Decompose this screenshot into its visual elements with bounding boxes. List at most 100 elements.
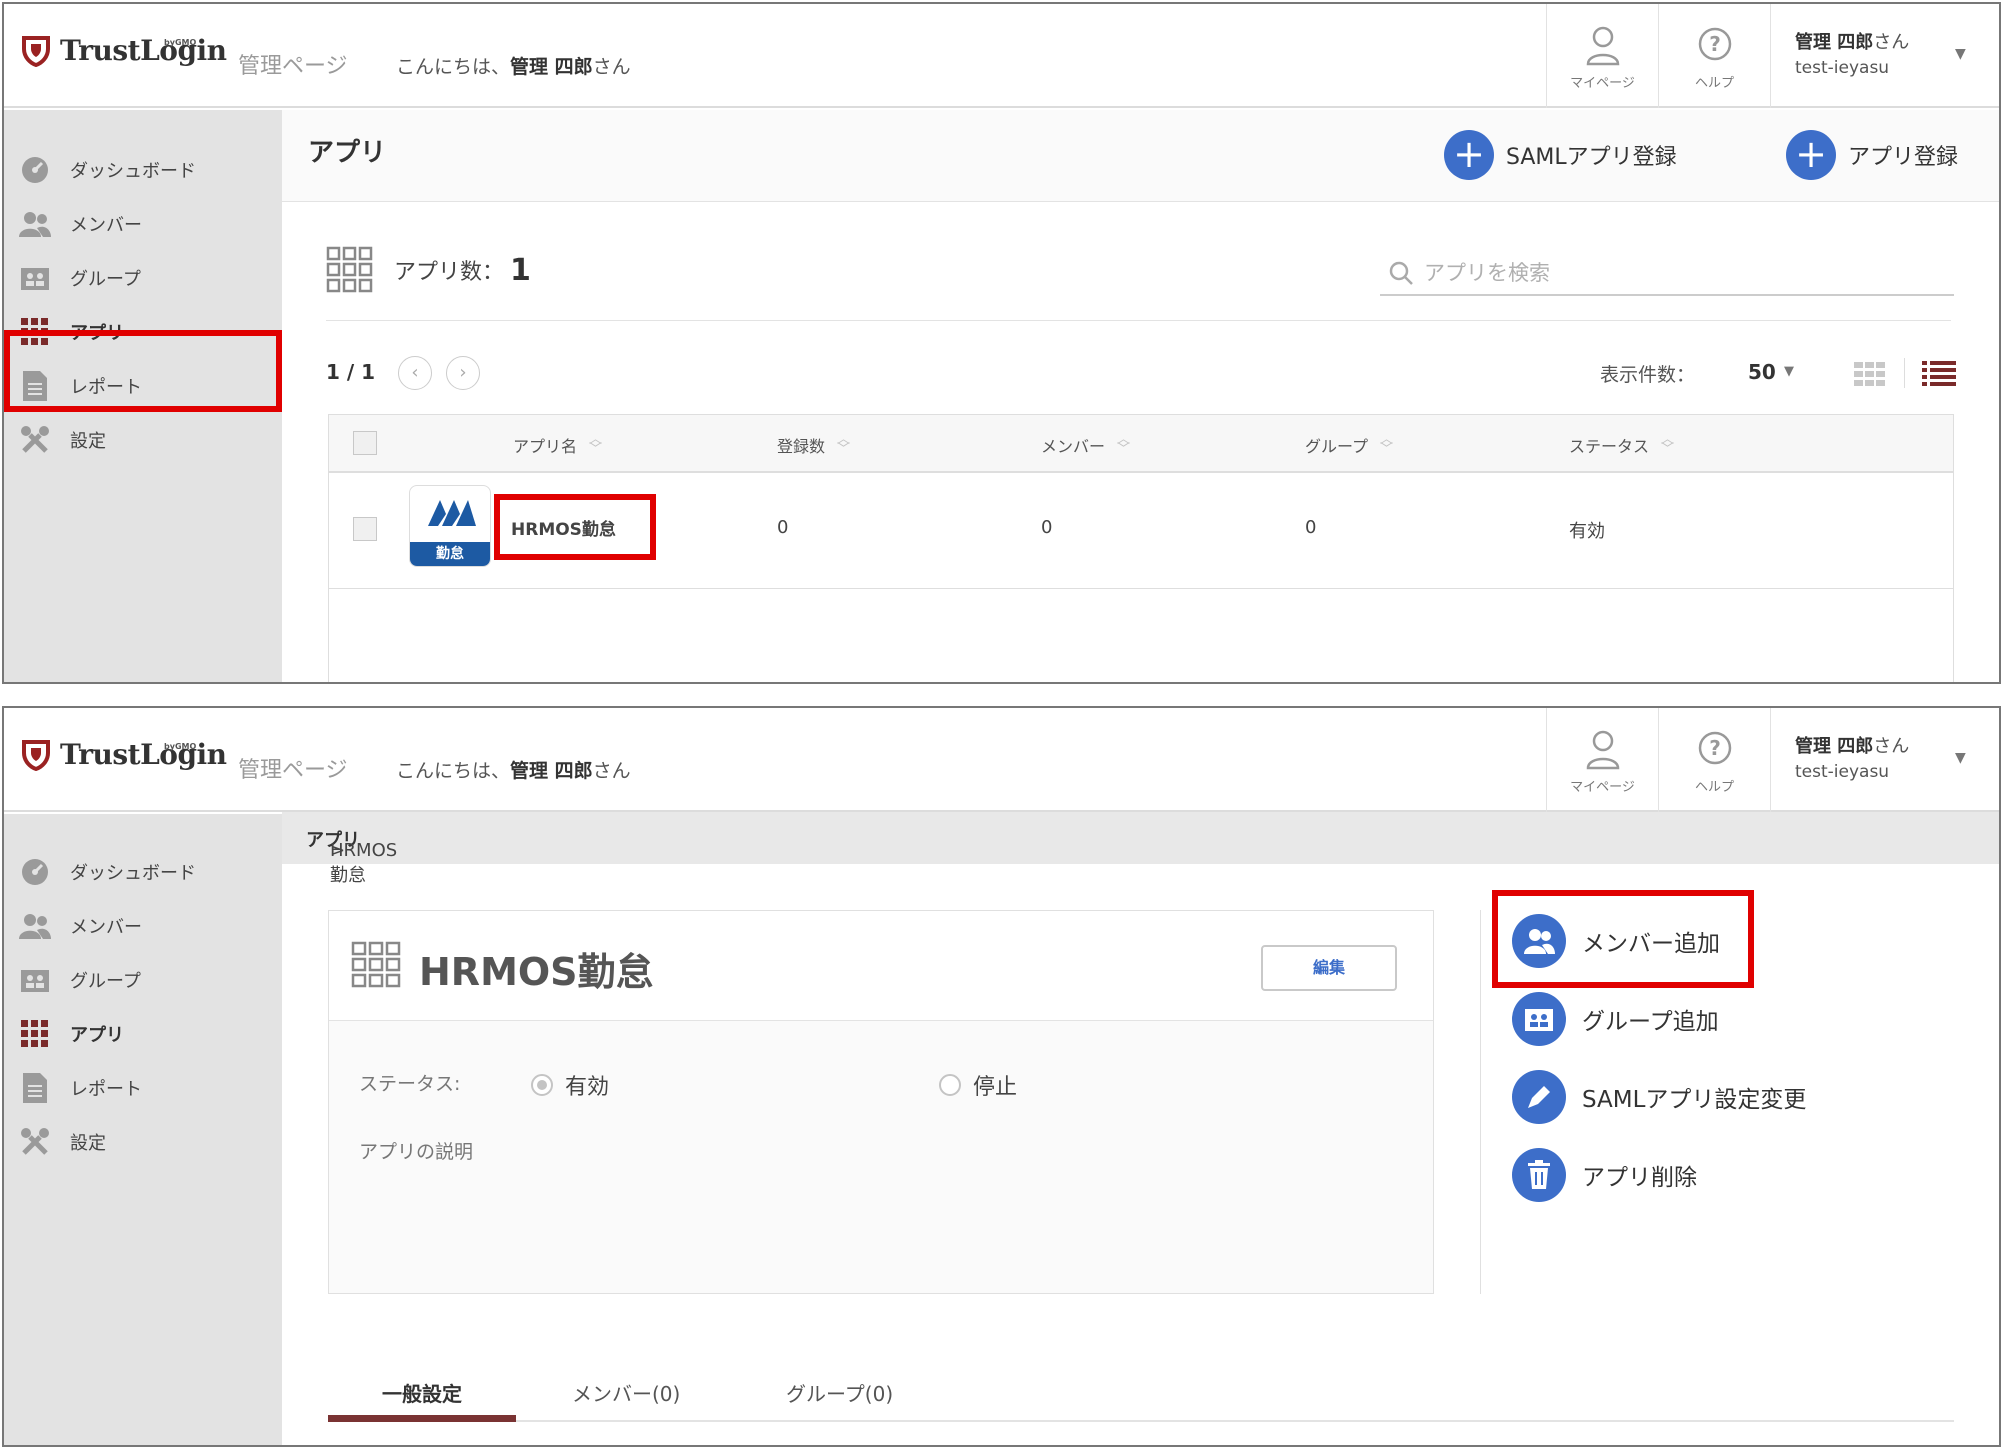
settings-icon	[21, 1128, 49, 1155]
saml-register-label: SAMLアプリ登録	[1506, 145, 1677, 170]
edit-button[interactable]: 編集	[1261, 945, 1397, 991]
settings-icon	[21, 426, 49, 453]
apps-grid-outline-icon	[351, 941, 401, 988]
delete-app-button[interactable]: アプリ削除	[1512, 1148, 1697, 1202]
active-tab-indicator	[328, 1415, 516, 1422]
brand-name: TrustLogin	[60, 34, 227, 67]
sort-icon[interactable]: ︿ ﹀	[837, 433, 850, 456]
description-label: アプリの説明	[359, 1141, 474, 1163]
column-label: グループ	[1305, 437, 1369, 456]
svg-text:?: ?	[1709, 736, 1721, 760]
saml-app-register-button[interactable]: + SAMLアプリ登録	[1444, 130, 1677, 180]
app-register-button[interactable]: + アプリ登録	[1786, 130, 1958, 180]
sidebar-item-label: アプリ	[70, 1025, 124, 1046]
sort-icon[interactable]: ︿ ﹀	[1380, 433, 1393, 456]
report-icon	[23, 371, 47, 401]
tab-general[interactable]: 一般設定	[382, 1378, 462, 1407]
app-detail-screen: TrustLogin byGMO 管理ページ こんにちは、管理 四郎さん マイペ…	[2, 706, 2001, 1447]
saml-settings-button[interactable]: SAMLアプリ設定変更	[1512, 1070, 1806, 1124]
list-view-icon[interactable]	[1922, 360, 1956, 388]
page-indicator: 1 / 1	[326, 360, 376, 384]
help-icon: ?	[1698, 731, 1731, 765]
app-count-label: アプリ数：	[394, 260, 505, 285]
greeting-name: 管理 四郎	[510, 760, 593, 782]
help-label: ヘルプ	[1694, 780, 1734, 795]
greeting-suffix: さん	[592, 760, 631, 782]
app-title: HRMOS勤怠	[419, 950, 654, 994]
per-page-select[interactable]: 50	[1748, 360, 1776, 384]
chevron-down-icon[interactable]: ▼	[1784, 364, 1794, 379]
mypage-label: マイページ	[1570, 780, 1635, 795]
user-suffix: さん	[1873, 32, 1910, 53]
user-name-text: 管理 四郎	[1795, 32, 1874, 53]
chevron-down-icon[interactable]: ▼	[1955, 46, 1966, 62]
table-header: アプリ名 ︿ ﹀ 登録数 ︿ ﹀ メンバー ︿ ﹀ グループ ︿ ﹀ ステータス ︿ ﹀	[329, 415, 1953, 473]
tab-groups[interactable]: グループ(0)	[786, 1378, 893, 1407]
dashboard-icon	[22, 859, 48, 885]
prev-page-button[interactable]: ‹	[398, 356, 432, 390]
column-label: 登録数	[777, 437, 826, 456]
add-group-icon	[1525, 1009, 1553, 1031]
status-label: ステータス:	[359, 1073, 461, 1095]
sidebar-item-label: グループ	[70, 971, 141, 992]
greeting: こんにちは、管理 四郎さん	[396, 756, 631, 783]
greeting-name: 管理 四郎	[510, 56, 593, 78]
app-info-card: HRMOS勤怠 編集 ステータス: 有効 停止 アプリの説明	[328, 910, 1434, 1294]
sort-icon[interactable]: ︿ ﹀	[1661, 433, 1674, 456]
greeting-suffix: さん	[592, 56, 631, 78]
status-disabled-radio[interactable]: 停止	[939, 1069, 1017, 1101]
mypage-button[interactable]: マイページ	[1546, 708, 1658, 812]
apps-grid-icon	[21, 1020, 48, 1047]
app-register-label: アプリ登録	[1848, 145, 1959, 170]
help-button[interactable]: ? ヘルプ	[1658, 4, 1770, 108]
sort-icon[interactable]: ︿ ﹀	[589, 433, 602, 456]
sidebar-item-settings[interactable]: 設定	[4, 406, 282, 474]
help-button[interactable]: ? ヘルプ	[1658, 708, 1770, 812]
sort-icon[interactable]: ︿ ﹀	[1117, 433, 1130, 456]
radio-label: 停止	[973, 1075, 1018, 1100]
shield-logo-icon	[22, 739, 50, 771]
brand-by: byGMO	[164, 742, 197, 751]
column-label: アプリ名	[513, 437, 578, 456]
table-row[interactable]: 勤怠 HRMOS勤怠 0 0 0 有効	[329, 475, 1953, 589]
registered-count: 0	[777, 517, 789, 538]
apps-table: アプリ名 ︿ ﹀ 登録数 ︿ ﹀ メンバー ︿ ﹀ グループ ︿ ﹀ ステータス ︿ ﹀ 勤怠 HR…	[328, 414, 1954, 682]
user-menu[interactable]: 管理 四郎さん test-ieyasu ▼	[1770, 708, 1999, 812]
next-page-button[interactable]: ›	[446, 356, 480, 390]
brand-by: byGMO	[164, 38, 197, 47]
app-name-link[interactable]: HRMOS勤怠	[511, 515, 616, 540]
sidebar-item-label: アプリ	[70, 323, 124, 344]
app-list-screen: TrustLogin byGMO 管理ページ こんにちは、管理 四郎さん マイペ…	[2, 2, 2001, 684]
add-group-button[interactable]: グループ追加	[1512, 992, 1719, 1046]
sidebar-item-label: レポート	[70, 377, 142, 398]
sidebar-item-settings[interactable]: 設定	[4, 1108, 282, 1176]
sidebar-item-label: 設定	[70, 1133, 106, 1154]
members-icon	[19, 212, 51, 237]
sidebar-item-label: メンバー	[70, 215, 142, 236]
column-header-status[interactable]: ステータス ︿ ﹀	[1569, 433, 1674, 457]
column-header-members[interactable]: メンバー ︿ ﹀	[1041, 433, 1130, 457]
divider	[1480, 910, 1481, 1294]
select-all-checkbox[interactable]	[353, 431, 377, 455]
divider	[1904, 358, 1905, 388]
tab-members[interactable]: メンバー(0)	[572, 1378, 680, 1407]
search-input[interactable]	[1424, 254, 1944, 292]
action-label: SAMLアプリ設定変更	[1582, 1087, 1807, 1113]
status-enabled-radio[interactable]: 有効	[531, 1069, 609, 1101]
mypage-button[interactable]: マイページ	[1546, 4, 1658, 108]
add-member-button[interactable]: メンバー追加	[1512, 914, 1720, 968]
chevron-down-icon[interactable]: ▼	[1955, 750, 1966, 766]
user-icon	[1586, 26, 1619, 66]
column-label: メンバー	[1041, 437, 1106, 456]
column-header-app-name[interactable]: アプリ名 ︿ ﹀	[513, 433, 602, 457]
row-checkbox[interactable]	[353, 517, 377, 541]
column-header-groups[interactable]: グループ ︿ ﹀	[1305, 433, 1393, 457]
column-header-registered[interactable]: 登録数 ︿ ﹀	[777, 433, 850, 457]
page-toolbar: アプリ + SAMLアプリ登録 + アプリ登録	[282, 110, 1999, 202]
grid-view-icon[interactable]	[1854, 362, 1886, 386]
members-icon	[19, 914, 51, 939]
user-menu[interactable]: 管理 四郎さん test-ieyasu ▼	[1770, 4, 1999, 108]
brand-name: TrustLogin	[60, 738, 227, 771]
sidebar-item-label: レポート	[70, 1079, 142, 1100]
dashboard-icon	[22, 157, 48, 183]
